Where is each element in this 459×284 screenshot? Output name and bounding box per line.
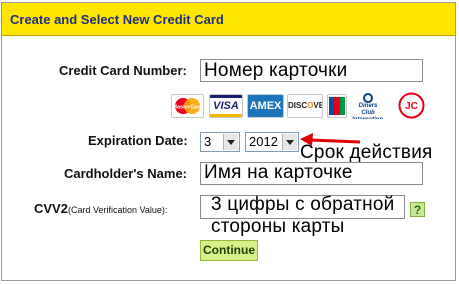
card-number-overlay-text: Номер карточки [204,60,348,81]
exp-month-select[interactable]: 3 [200,132,240,152]
chevron-down-icon[interactable] [223,134,238,150]
continue-button[interactable]: Continue [200,240,258,261]
jc-logo: JC [398,92,425,119]
amex-logo: AMEX [247,94,284,118]
help-button[interactable]: ? [410,202,425,217]
svg-text:MasterCard: MasterCard [172,105,202,111]
expiration-overlay-text: Срок действия [300,142,433,163]
cvv-label-text: CVV2 [34,201,68,216]
exp-year-select[interactable]: 2012 [245,132,299,152]
jcb-logo [327,94,347,118]
panel-header: Create and Select New Credit Card [2,3,455,36]
cardholder-label: Cardholder's Name: [64,166,188,181]
svg-text:JC: JC [405,101,418,112]
discover-logo: DISCOVER [287,94,323,118]
exp-year-value: 2012 [249,134,278,149]
chevron-down-icon[interactable] [282,134,297,150]
cvv-hint: (Card Verification Value): [67,205,168,215]
cvv-label: CVV2(Card Verification Value): [34,201,167,216]
diners-club-logo: Diners Club International [352,93,384,119]
cvv-overlay-line2: стороны карты [211,216,345,237]
exp-month-value: 3 [204,134,212,149]
visa-logo: VISA [209,94,243,118]
cvv-overlay-line1: 3 цифры с обратной [211,194,395,215]
mastercard-logo: MasterCard [171,94,204,118]
cardholder-overlay-text: Имя на карточке [204,162,353,183]
card-number-label: Credit Card Number: [59,63,187,78]
expiration-label: Expiration Date: [88,133,188,148]
